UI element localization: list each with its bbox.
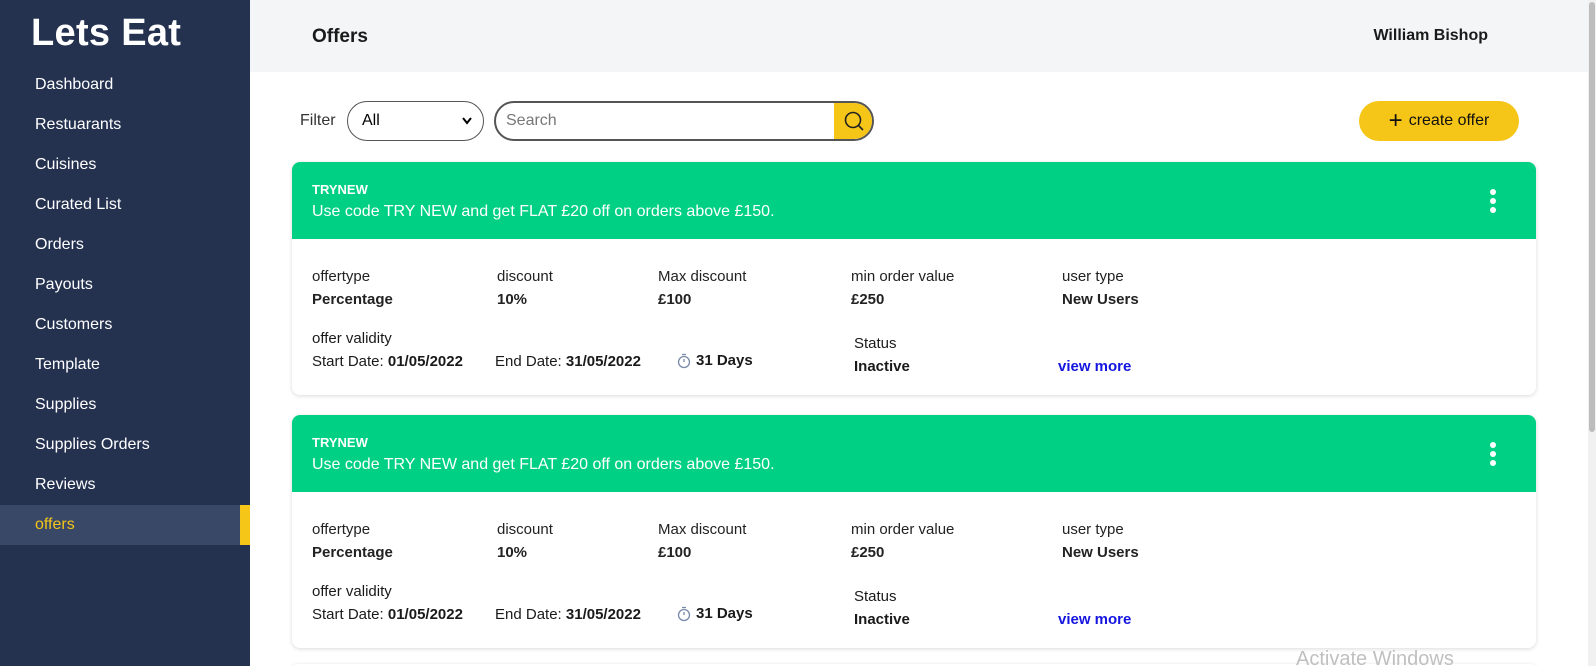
offertype-label: offertype: [312, 521, 371, 538]
sidebar-item-payouts[interactable]: Payouts: [0, 265, 250, 305]
user-type-label: user type: [1062, 268, 1124, 285]
sidebar-item-reviews[interactable]: Reviews: [0, 465, 250, 505]
end-date: End Date: 31/05/2022: [495, 606, 641, 623]
offertype-field: offertype Percentage: [312, 268, 393, 308]
offer-card: TRYNEW Use code TRY NEW and get FLAT £20…: [292, 415, 1536, 648]
min-order-field: min order value £250: [851, 268, 954, 308]
view-more-link[interactable]: view more: [1058, 611, 1131, 628]
offertype-value: Percentage: [312, 544, 393, 561]
user-type-field: user type New Users: [1062, 268, 1139, 308]
offer-card: TRYNEW Use code TRY NEW and get FLAT £20…: [292, 162, 1536, 395]
stopwatch-icon: [677, 606, 691, 621]
offer-duration: 31 Days: [677, 605, 753, 622]
create-offer-label: create offer: [1408, 112, 1490, 129]
offer-validity-label: offer validity: [312, 330, 392, 347]
sidebar: Lets Eat Dashboard Restuarants Cuisines …: [0, 0, 250, 666]
min-order-label: min order value: [851, 268, 955, 285]
search-button[interactable]: [834, 103, 872, 139]
create-offer-button[interactable]: + create offer: [1359, 101, 1519, 141]
more-options-icon[interactable]: [1488, 189, 1498, 217]
status-value: Inactive: [854, 358, 910, 375]
offertype-label: offertype: [312, 268, 371, 285]
page-title: Offers: [312, 26, 368, 47]
sidebar-item-dashboard[interactable]: Dashboard: [0, 65, 250, 105]
offertype-field: offertype Percentage: [312, 521, 393, 561]
min-order-value: £250: [851, 544, 885, 561]
search-box: [494, 101, 874, 141]
discount-value: 10%: [497, 291, 528, 308]
chevron-down-icon: [461, 102, 473, 155]
offer-validity-label: offer validity: [312, 583, 392, 600]
user-type-value: New Users: [1062, 291, 1139, 308]
max-discount-field: Max discount £100: [658, 268, 746, 308]
offer-card-header: TRYNEW Use code TRY NEW and get FLAT £20…: [292, 415, 1536, 492]
start-date: Start Date: 01/05/2022: [312, 353, 463, 370]
sidebar-nav: Dashboard Restuarants Cuisines Curated L…: [0, 65, 250, 545]
offer-code: TRYNEW: [312, 182, 368, 197]
offer-card-header: TRYNEW Use code TRY NEW and get FLAT £20…: [292, 162, 1536, 239]
offer-description: Use code TRY NEW and get FLAT £20 off on…: [312, 203, 775, 220]
sidebar-item-curated-list[interactable]: Curated List: [0, 185, 250, 225]
filter-select-value: All: [362, 112, 380, 129]
start-date-label: Start Date:: [312, 353, 384, 370]
user-name[interactable]: William Bishop: [1373, 27, 1488, 45]
offertype-value: Percentage: [312, 291, 393, 308]
duration-value: 31 Days: [696, 352, 753, 369]
start-date-value: 01/05/2022: [387, 353, 463, 370]
scrollbar[interactable]: [1588, 0, 1596, 666]
sidebar-item-supplies-orders[interactable]: Supplies Orders: [0, 425, 250, 465]
view-more-link[interactable]: view more: [1058, 358, 1131, 375]
status-label: Status: [854, 335, 897, 352]
search-icon: [844, 111, 864, 131]
status-value: Inactive: [854, 611, 910, 628]
sidebar-item-supplies[interactable]: Supplies: [0, 385, 250, 425]
min-order-label: min order value: [851, 521, 955, 538]
plus-icon: +: [1388, 107, 1403, 134]
max-discount-value: £100: [658, 291, 692, 308]
stopwatch-icon: [677, 353, 691, 368]
filter-label: Filter: [300, 112, 336, 129]
min-order-field: min order value £250: [851, 521, 954, 561]
max-discount-label: Max discount: [658, 521, 747, 538]
filter-select[interactable]: All: [347, 101, 484, 141]
start-date-value: 01/05/2022: [387, 606, 463, 623]
end-date: End Date: 31/05/2022: [495, 353, 641, 370]
status-label: Status: [854, 588, 897, 605]
scrollbar-thumb[interactable]: [1589, 2, 1595, 432]
user-type-value: New Users: [1062, 544, 1139, 561]
activate-windows-watermark: Activate Windows: [1296, 648, 1454, 666]
end-date-value: 31/05/2022: [565, 606, 641, 623]
offer-code: TRYNEW: [312, 435, 368, 450]
offer-duration: 31 Days: [677, 352, 753, 369]
sidebar-item-offers[interactable]: offers: [0, 505, 250, 545]
discount-value: 10%: [497, 544, 528, 561]
start-date: Start Date: 01/05/2022: [312, 606, 463, 623]
end-date-label: End Date:: [495, 353, 562, 370]
sidebar-item-cuisines[interactable]: Cuisines: [0, 145, 250, 185]
discount-field: discount 10%: [497, 521, 553, 561]
min-order-value: £250: [851, 291, 885, 308]
max-discount-field: Max discount £100: [658, 521, 746, 561]
discount-label: discount: [497, 521, 553, 538]
more-options-icon[interactable]: [1488, 442, 1498, 470]
brand-logo[interactable]: Lets Eat: [31, 12, 181, 55]
max-discount-value: £100: [658, 544, 692, 561]
discount-label: discount: [497, 268, 553, 285]
offer-description: Use code TRY NEW and get FLAT £20 off on…: [312, 456, 775, 473]
user-type-field: user type New Users: [1062, 521, 1139, 561]
end-date-label: End Date:: [495, 606, 562, 623]
sidebar-item-orders[interactable]: Orders: [0, 225, 250, 265]
search-input[interactable]: [506, 103, 826, 139]
sidebar-item-customers[interactable]: Customers: [0, 305, 250, 345]
top-bar: Offers William Bishop: [250, 0, 1596, 72]
end-date-value: 31/05/2022: [565, 353, 641, 370]
duration-value: 31 Days: [696, 605, 753, 622]
max-discount-label: Max discount: [658, 268, 747, 285]
discount-field: discount 10%: [497, 268, 553, 308]
sidebar-item-restaurants[interactable]: Restuarants: [0, 105, 250, 145]
start-date-label: Start Date:: [312, 606, 384, 623]
sidebar-item-template[interactable]: Template: [0, 345, 250, 385]
user-type-label: user type: [1062, 521, 1124, 538]
